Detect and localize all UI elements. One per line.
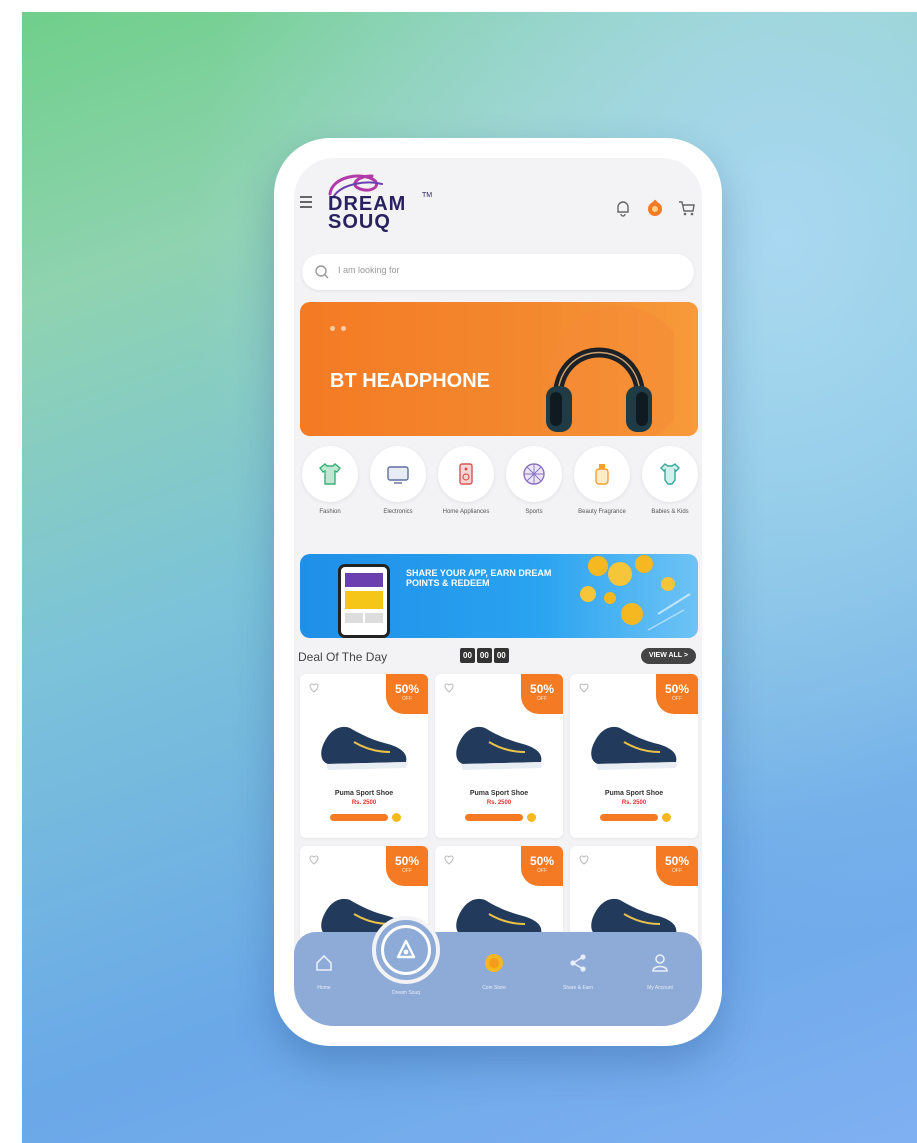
wishlist-heart-icon[interactable] xyxy=(578,682,590,694)
promo-text: SHARE YOUR APP, EARN DREAM POINTS & REDE… xyxy=(406,568,552,588)
deal-countdown-timer: 00 00 00 xyxy=(460,648,509,663)
coin-icon xyxy=(662,813,671,822)
ball-icon xyxy=(506,446,562,502)
category-babies-kids[interactable]: Babies & Kids xyxy=(638,446,702,542)
category-label: Babies & Kids xyxy=(651,509,689,515)
app-screen: DREAM SOUQ TM I am looking for BT HEADPH… xyxy=(294,158,702,1026)
hero-banner[interactable]: BT HEADPHONE xyxy=(300,302,698,436)
product-card[interactable]: 50% OFF Puma Sport Shoe Rs. 2500 xyxy=(435,674,563,838)
app-header: DREAM SOUQ TM xyxy=(294,158,702,246)
category-label: Home Appliances xyxy=(442,509,490,515)
category-sports[interactable]: Sports xyxy=(502,446,566,542)
shoe-image xyxy=(321,726,408,770)
nav-share-earn[interactable]: Share & Earn xyxy=(548,952,608,991)
logo-text-line2: SOUQ xyxy=(328,211,391,233)
coin-icon xyxy=(527,813,536,822)
share-icon xyxy=(570,954,586,972)
coin-icon xyxy=(485,954,503,972)
perfume-icon xyxy=(574,446,630,502)
search-icon xyxy=(315,265,329,279)
add-to-cart-button[interactable] xyxy=(465,814,523,821)
wishlist-heart-icon[interactable] xyxy=(308,854,320,866)
timer-minutes: 00 xyxy=(476,648,492,663)
dreamsouq-center-icon xyxy=(381,925,431,975)
onesie-icon xyxy=(642,446,698,502)
speaker-icon xyxy=(438,446,494,502)
category-label: Beauty Fragrance xyxy=(578,509,626,515)
category-fashion[interactable]: Fashion xyxy=(298,446,362,542)
category-row: Fashion Electronics Home Appliances Spor… xyxy=(298,446,702,542)
add-to-cart-button[interactable] xyxy=(600,814,658,821)
nav-dream-souq-center-button[interactable] xyxy=(372,916,440,984)
share-earn-banner[interactable]: SHARE YOUR APP, EARN DREAM POINTS & REDE… xyxy=(300,554,698,638)
nav-label: Share & Earn xyxy=(562,985,594,991)
coin-icon xyxy=(392,813,401,822)
product-price: Rs. 2500 xyxy=(486,800,512,806)
background-gradient: DREAM SOUQ TM I am looking for BT HEADPH… xyxy=(22,12,917,1143)
home-icon xyxy=(316,954,332,971)
carousel-dots[interactable] xyxy=(330,326,346,331)
wishlist-heart-icon[interactable] xyxy=(443,682,455,694)
notification-bell-icon[interactable] xyxy=(614,199,632,217)
wishlist-heart-icon[interactable] xyxy=(443,854,455,866)
wishlist-heart-icon[interactable] xyxy=(578,854,590,866)
deal-of-the-day-title: Deal Of The Day xyxy=(298,650,388,664)
promo-phone-image xyxy=(338,564,390,638)
product-name: Puma Sport Shoe xyxy=(469,790,529,797)
cart-icon[interactable] xyxy=(678,199,696,217)
tv-icon xyxy=(370,446,426,502)
product-card[interactable]: 50% OFF Puma Sport Shoe Rs. 2500 xyxy=(300,674,428,838)
timer-seconds: 00 xyxy=(493,648,509,663)
category-label: Fashion xyxy=(319,509,341,515)
nav-my-account[interactable]: My Account xyxy=(630,952,690,991)
nav-label: My Account xyxy=(647,985,673,991)
bottom-navigation: Home Dream Souq Coin Store Share & Earn xyxy=(294,916,702,1026)
phone-frame: DREAM SOUQ TM I am looking for BT HEADPH… xyxy=(274,138,722,1046)
view-all-button[interactable]: VIEW ALL > xyxy=(640,648,696,664)
product-name: Puma Sport Shoe xyxy=(334,790,394,797)
account-icon xyxy=(652,954,668,972)
shoe-image xyxy=(456,726,543,770)
coins-image xyxy=(580,555,691,631)
dream-souq-logo[interactable]: DREAM SOUQ TM xyxy=(322,170,432,240)
nav-label: Coin Store xyxy=(482,985,506,991)
product-card[interactable]: 50% OFF Puma Sport Shoe Rs. 2500 xyxy=(570,674,698,838)
nav-coin-store[interactable]: Coin Store xyxy=(464,952,524,991)
category-home-appliances[interactable]: Home Appliances xyxy=(434,446,498,542)
timer-hours: 00 xyxy=(460,648,475,663)
nav-label: Home xyxy=(317,985,331,991)
orange-coin-bag-icon[interactable] xyxy=(646,199,664,217)
nav-home[interactable]: Home xyxy=(294,952,354,991)
shoe-image xyxy=(591,726,678,770)
search-input[interactable]: I am looking for xyxy=(338,265,400,275)
search-bar[interactable]: I am looking for xyxy=(302,254,694,290)
product-price: Rs. 2500 xyxy=(351,800,377,806)
headphone-image xyxy=(546,306,674,436)
hamburger-menu-icon[interactable] xyxy=(300,196,312,208)
product-price: Rs. 2500 xyxy=(621,800,647,806)
nav-label: Dream Souq xyxy=(391,990,421,996)
shirt-icon xyxy=(302,446,358,502)
category-label: Sports xyxy=(525,509,543,515)
category-electronics[interactable]: Electronics xyxy=(366,446,430,542)
product-name: Puma Sport Shoe xyxy=(604,790,664,797)
header-actions xyxy=(614,198,696,218)
category-label: Electronics xyxy=(383,509,413,515)
add-to-cart-button[interactable] xyxy=(330,814,388,821)
hero-title: BT HEADPHONE xyxy=(330,370,491,392)
category-beauty-fragrance[interactable]: Beauty Fragrance xyxy=(570,446,634,542)
wishlist-heart-icon[interactable] xyxy=(308,682,320,694)
logo-trademark: TM xyxy=(422,192,433,199)
